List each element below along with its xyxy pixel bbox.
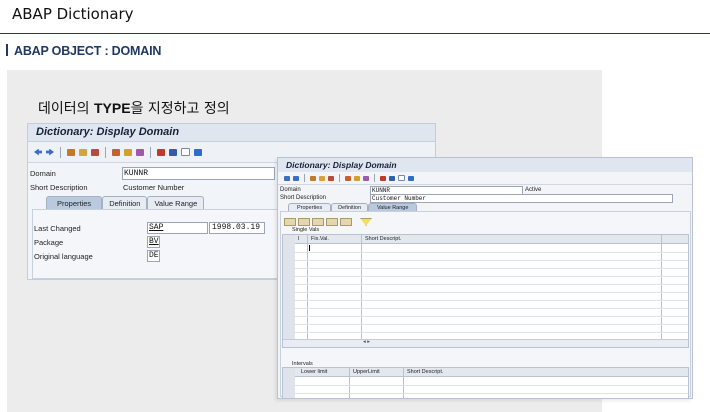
grid-row-line [283,284,688,285]
tab-definition[interactable]: Definition [102,196,148,210]
forward-icon[interactable] [293,175,299,181]
check-icon[interactable] [328,175,334,181]
other-object-icon[interactable] [310,175,316,181]
package-field[interactable]: BV [147,236,160,248]
list-icon[interactable] [169,148,177,156]
col-lower-limit: Lower limit [301,369,328,375]
grid-row-line [283,276,688,277]
delete-row-icon[interactable] [340,218,352,226]
col-fix-val: Fix.Val. [311,236,329,242]
grid-row-line [283,300,688,301]
caption-post: 을 지정하고 정의 [130,101,230,117]
info-icon[interactable] [408,175,414,181]
package-label: Package [34,238,64,247]
activate-icon[interactable] [112,148,120,156]
where-used-icon[interactable] [124,148,132,156]
toolbar-separator [60,146,61,158]
tab-value-range[interactable]: Value Range [147,196,205,210]
col-short-descript: Short Descript. [407,369,444,375]
grid-header [295,235,688,244]
paste-icon[interactable] [312,218,324,226]
grid-row-line [283,332,688,333]
section-title-text: ABAP OBJECT : DOMAIN [14,44,162,58]
caption-pre: 데이터의 [38,101,94,117]
grid-row-line [283,252,688,253]
toolbar-separator [105,146,106,158]
window-title: Dictionary: Display Domain [278,158,692,172]
scroll-arrows[interactable]: ◂ ▸ [363,339,370,345]
short-description-label: Short Description [280,195,327,201]
horizontal-scrollbar[interactable] [283,339,688,347]
application-toolbar [278,172,692,185]
window-icon[interactable] [181,148,190,156]
header-divider [0,33,710,34]
list-icon[interactable] [389,175,395,181]
copy-icon[interactable] [298,218,310,226]
forward-icon[interactable] [46,148,54,156]
cut-icon[interactable] [284,218,296,226]
edit-icon[interactable] [136,148,144,156]
grid-row-line [283,324,688,325]
intervals-grid[interactable]: Lower limit UpperLimit Short Descript. [282,367,689,399]
grid-row-line [283,268,688,269]
filter-icon[interactable] [360,218,372,226]
info-icon[interactable] [194,148,202,156]
short-description-label: Short Description [30,183,88,192]
original-language-field[interactable]: DE [147,250,160,262]
other-object-icon[interactable] [67,148,75,156]
slide-header: ABAP Dictionary [12,5,134,23]
col-upper-limit: UpperLimit [353,369,380,375]
col-short-descript: Short Descript. [365,236,402,242]
activate-icon[interactable] [345,175,351,181]
col-flag: I [298,236,300,242]
domain-label: Domain [30,169,56,178]
original-language-label: Original language [34,252,93,261]
display-change-icon[interactable] [79,148,87,156]
hierarchy-icon[interactable] [157,148,165,156]
edit-icon[interactable] [363,175,369,181]
status-text: Active [525,187,542,193]
grid-row-line [283,385,688,386]
window-title: Dictionary: Display Domain [28,124,435,142]
grid-row-line [283,393,688,394]
section-bar [6,44,8,56]
tab-properties[interactable]: Properties [46,196,103,210]
display-change-icon[interactable] [319,175,325,181]
short-description-field[interactable]: Customer Number [370,194,673,203]
single-vals-label: Single Vals [292,227,320,233]
grid-row-line [283,316,688,317]
tab-strip: Properties Definition Value Range [46,196,205,210]
grid-row-line [283,260,688,261]
hierarchy-icon[interactable] [380,175,386,181]
domain-field[interactable]: KUNNR [122,167,275,180]
section-title: ABAP OBJECT : DOMAIN [6,44,161,58]
last-changed-label: Last Changed [34,224,81,233]
sap-window-value-range: Dictionary: Display Domain Domain KUNNR … [277,157,693,399]
toolbar-separator [150,146,151,158]
short-description-value: Customer Number [123,183,185,192]
toolbar-separator [339,174,340,182]
grid-row-line [283,292,688,293]
slide-caption: 데이터의 TYPE을 지정하고 정의 [38,98,230,118]
grid-row-line [283,308,688,309]
back-icon[interactable] [34,148,42,156]
last-changed-user-field[interactable]: SAP [147,222,208,234]
caption-bold: TYPE [93,100,131,116]
properties-panel [32,209,296,279]
domain-label: Domain [280,187,301,193]
text-cursor [309,245,310,251]
window-icon[interactable] [398,175,405,181]
check-icon[interactable] [91,148,99,156]
single-values-grid[interactable]: I Fix.Val. Short Descript. ◂ ▸ [282,234,689,348]
where-used-icon[interactable] [354,175,360,181]
grid-toolbar [284,218,372,226]
toolbar-separator [374,174,375,182]
insert-row-icon[interactable] [326,218,338,226]
last-changed-date-field[interactable]: 1998.03.19 [209,222,265,234]
back-icon[interactable] [284,175,290,181]
toolbar-separator [304,174,305,182]
